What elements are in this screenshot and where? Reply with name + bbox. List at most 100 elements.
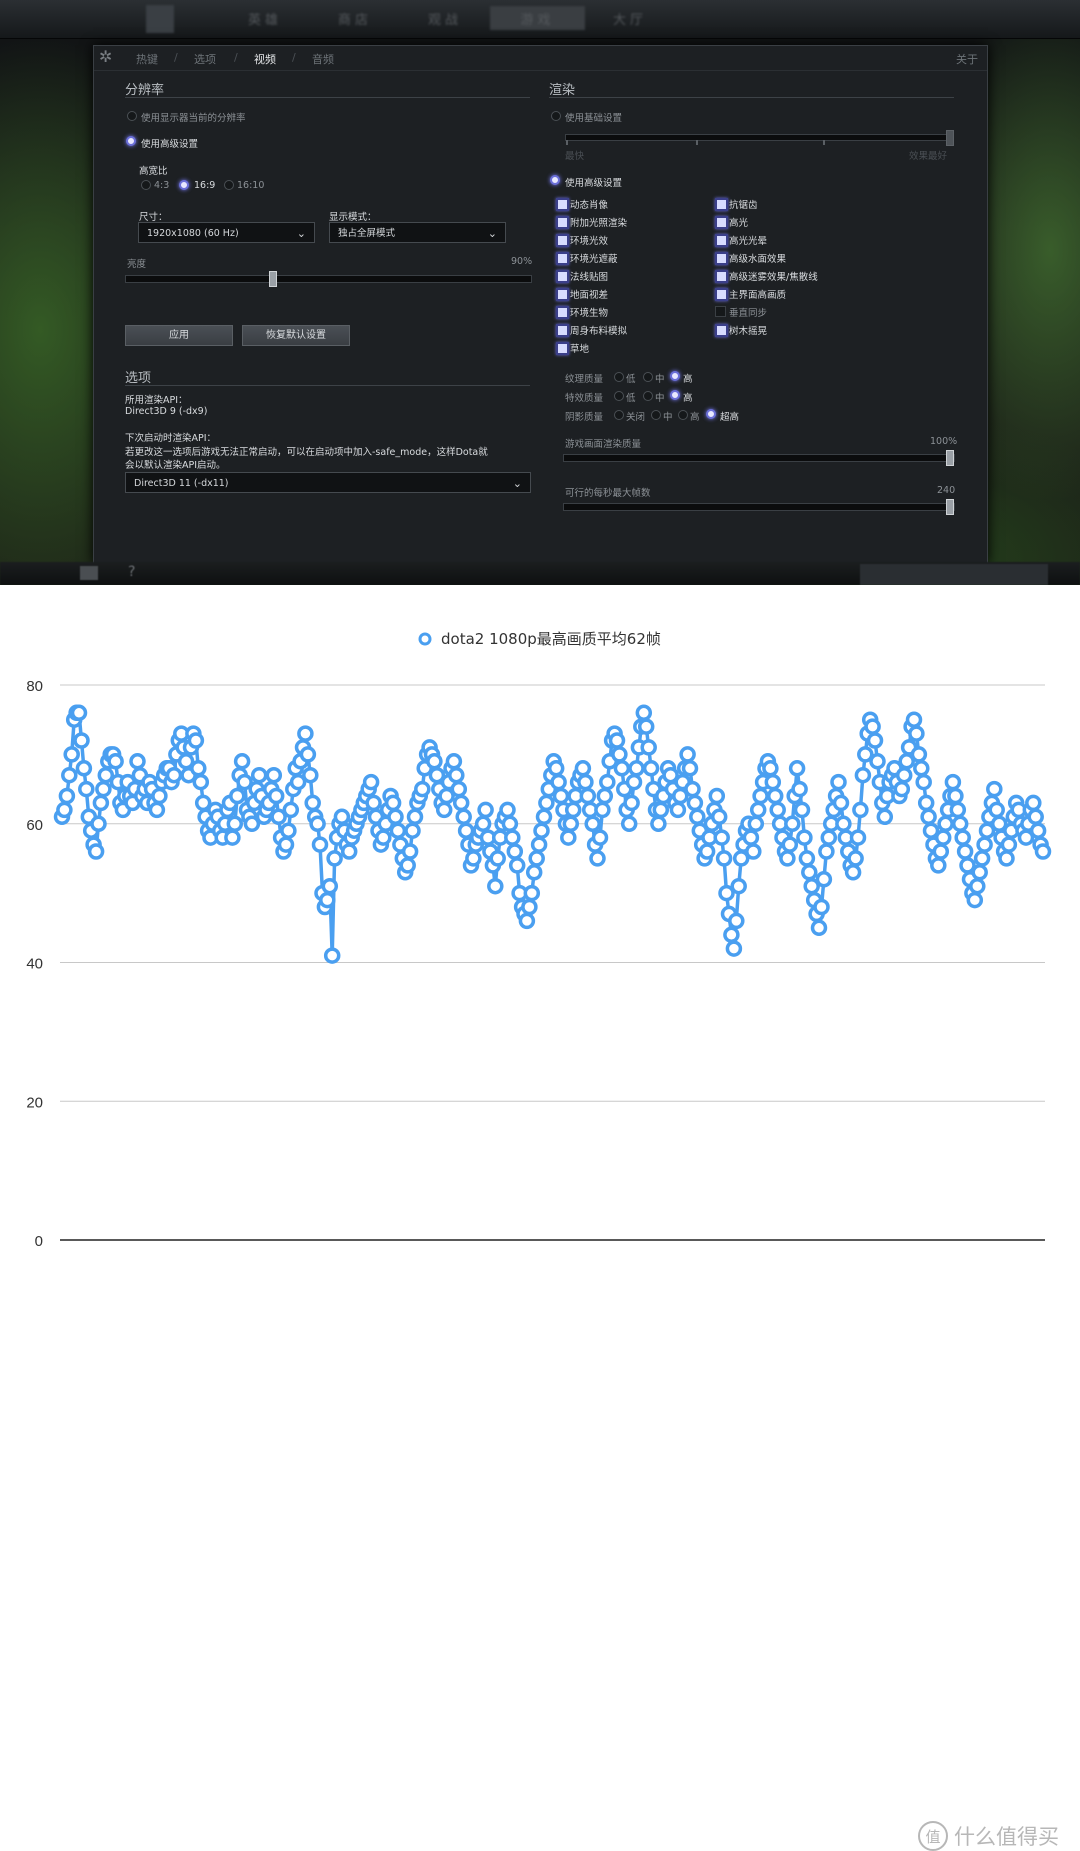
tab-options[interactable]: 选项	[194, 51, 216, 67]
shadow-off-radio[interactable]	[614, 410, 624, 420]
topnav-item[interactable]: 商店	[310, 6, 400, 30]
render-option-checkbox[interactable]	[556, 288, 569, 301]
brightness-slider[interactable]	[125, 271, 532, 287]
use-current-resolution-radio[interactable]	[127, 111, 137, 121]
max-fps-slider[interactable]	[563, 499, 955, 515]
texture-low-radio[interactable]	[614, 372, 624, 382]
render-option-checkbox[interactable]	[556, 234, 569, 247]
restore-defaults-button[interactable]: 恢复默认设置	[242, 325, 350, 346]
data-point	[749, 801, 767, 819]
api-select[interactable]: Direct3D 11 (-dx11) ⌄	[125, 472, 531, 493]
tab-audio[interactable]: 音频	[312, 51, 334, 67]
topnav-item[interactable]: 英雄	[225, 6, 305, 30]
menu-icon[interactable]	[80, 566, 98, 580]
data-point	[302, 766, 319, 784]
brightness-slider-knob[interactable]	[269, 271, 277, 287]
settings-tabs: ✲ 热键 / 选项 / 视频 / 音频 关于	[94, 46, 987, 71]
topnav-item[interactable]: 游戏	[490, 6, 585, 30]
max-fps-knob[interactable]	[946, 499, 954, 515]
render-quality-slider[interactable]	[563, 450, 955, 466]
data-point	[708, 787, 726, 805]
texture-quality-label: 纹理质量	[565, 374, 604, 385]
render-option-checkbox[interactable]	[556, 342, 569, 355]
apply-button[interactable]: 应用	[125, 325, 233, 346]
data-point	[90, 815, 107, 833]
render-option-checkbox[interactable]	[715, 198, 728, 211]
y-tick-label: 80	[26, 678, 43, 695]
shadow-high-label: 高	[690, 412, 700, 423]
data-point	[435, 801, 453, 819]
data-point	[277, 836, 295, 853]
basic-quality-knob[interactable]	[946, 130, 954, 146]
data-point	[730, 877, 747, 895]
render-option-label: 环境光遮蔽	[570, 254, 618, 265]
render-option-checkbox[interactable]	[715, 306, 726, 317]
shadow-high-radio[interactable]	[678, 410, 688, 420]
use-basic-render-label: 使用基础设置	[565, 113, 623, 124]
help-icon[interactable]: ?	[128, 564, 135, 580]
tab-hotkeys[interactable]: 热键	[136, 51, 158, 67]
texture-high-radio[interactable]	[670, 371, 680, 381]
render-option-checkbox[interactable]	[715, 270, 728, 283]
size-select[interactable]: 1920x1080 (60 Hz) ⌄	[138, 222, 315, 243]
render-option-checkbox[interactable]	[715, 216, 728, 229]
basic-quality-slider[interactable]	[565, 130, 954, 146]
data-point	[801, 864, 818, 881]
render-option-checkbox[interactable]	[556, 252, 569, 265]
render-title: 渲染	[549, 83, 576, 98]
render-option-checkbox[interactable]	[715, 234, 728, 247]
topnav-item[interactable]: 大厅	[590, 6, 670, 30]
data-point	[311, 836, 329, 853]
data-point	[956, 843, 974, 860]
data-point	[723, 926, 740, 944]
topnav-item[interactable]: 观战	[405, 6, 485, 30]
texture-mid-radio[interactable]	[643, 372, 653, 382]
data-point	[917, 794, 935, 812]
data-point	[628, 760, 645, 777]
y-tick-label: 0	[35, 1233, 43, 1250]
tab-video[interactable]: 视频	[254, 51, 276, 67]
data-point	[818, 843, 835, 860]
render-option-checkbox[interactable]	[556, 306, 569, 319]
data-point	[267, 787, 285, 805]
effect-high-radio[interactable]	[670, 390, 680, 400]
data-point	[915, 773, 932, 791]
data-point	[742, 829, 760, 846]
aspect-4-3-radio[interactable]	[141, 180, 151, 190]
use-advanced-resolution-radio[interactable]	[126, 136, 136, 146]
data-point	[908, 725, 925, 742]
render-option-checkbox[interactable]	[556, 198, 569, 211]
data-point	[932, 843, 950, 860]
display-mode-select[interactable]: 独占全屏模式 ⌄	[329, 222, 506, 243]
shadow-mid-radio[interactable]	[651, 410, 661, 420]
about-link[interactable]: 关于	[956, 51, 978, 67]
aspect-16-9-radio[interactable]	[179, 180, 189, 190]
render-option-checkbox[interactable]	[556, 324, 569, 337]
data-point	[75, 760, 93, 777]
render-option-checkbox[interactable]	[715, 288, 728, 301]
settings-panel: ✲ 热键 / 选项 / 视频 / 音频 关于 分辨率 使用显示器当前的分辨率 使…	[93, 45, 988, 564]
aspect-16-10-radio[interactable]	[224, 180, 234, 190]
use-basic-render-radio[interactable]	[551, 111, 561, 121]
render-quality-knob[interactable]	[946, 450, 954, 466]
next-api-note-line1: 若更改这一选项后游戏无法正常启动，可以在启动项中加入-safe_mode，这样D…	[125, 447, 488, 458]
gear-icon[interactable]: ✲	[99, 49, 112, 65]
data-point	[389, 822, 407, 839]
data-point	[319, 891, 336, 909]
data-point	[830, 773, 847, 791]
data-point	[107, 753, 124, 770]
render-option-checkbox[interactable]	[715, 324, 728, 337]
render-option-checkbox[interactable]	[556, 270, 569, 283]
play-dota-button[interactable]	[860, 564, 1048, 585]
effect-mid-radio[interactable]	[643, 391, 653, 401]
effect-low-radio[interactable]	[614, 391, 624, 401]
render-option-checkbox[interactable]	[556, 216, 569, 229]
render-option-checkbox[interactable]	[715, 252, 728, 265]
use-advanced-render-radio[interactable]	[550, 175, 560, 185]
data-point	[637, 718, 655, 735]
data-point	[309, 815, 326, 833]
render-option-label: 法线贴图	[570, 272, 609, 283]
data-point	[579, 787, 597, 805]
shadow-quality-label: 阴影质量	[565, 412, 604, 423]
shadow-ultra-radio[interactable]	[706, 409, 716, 419]
